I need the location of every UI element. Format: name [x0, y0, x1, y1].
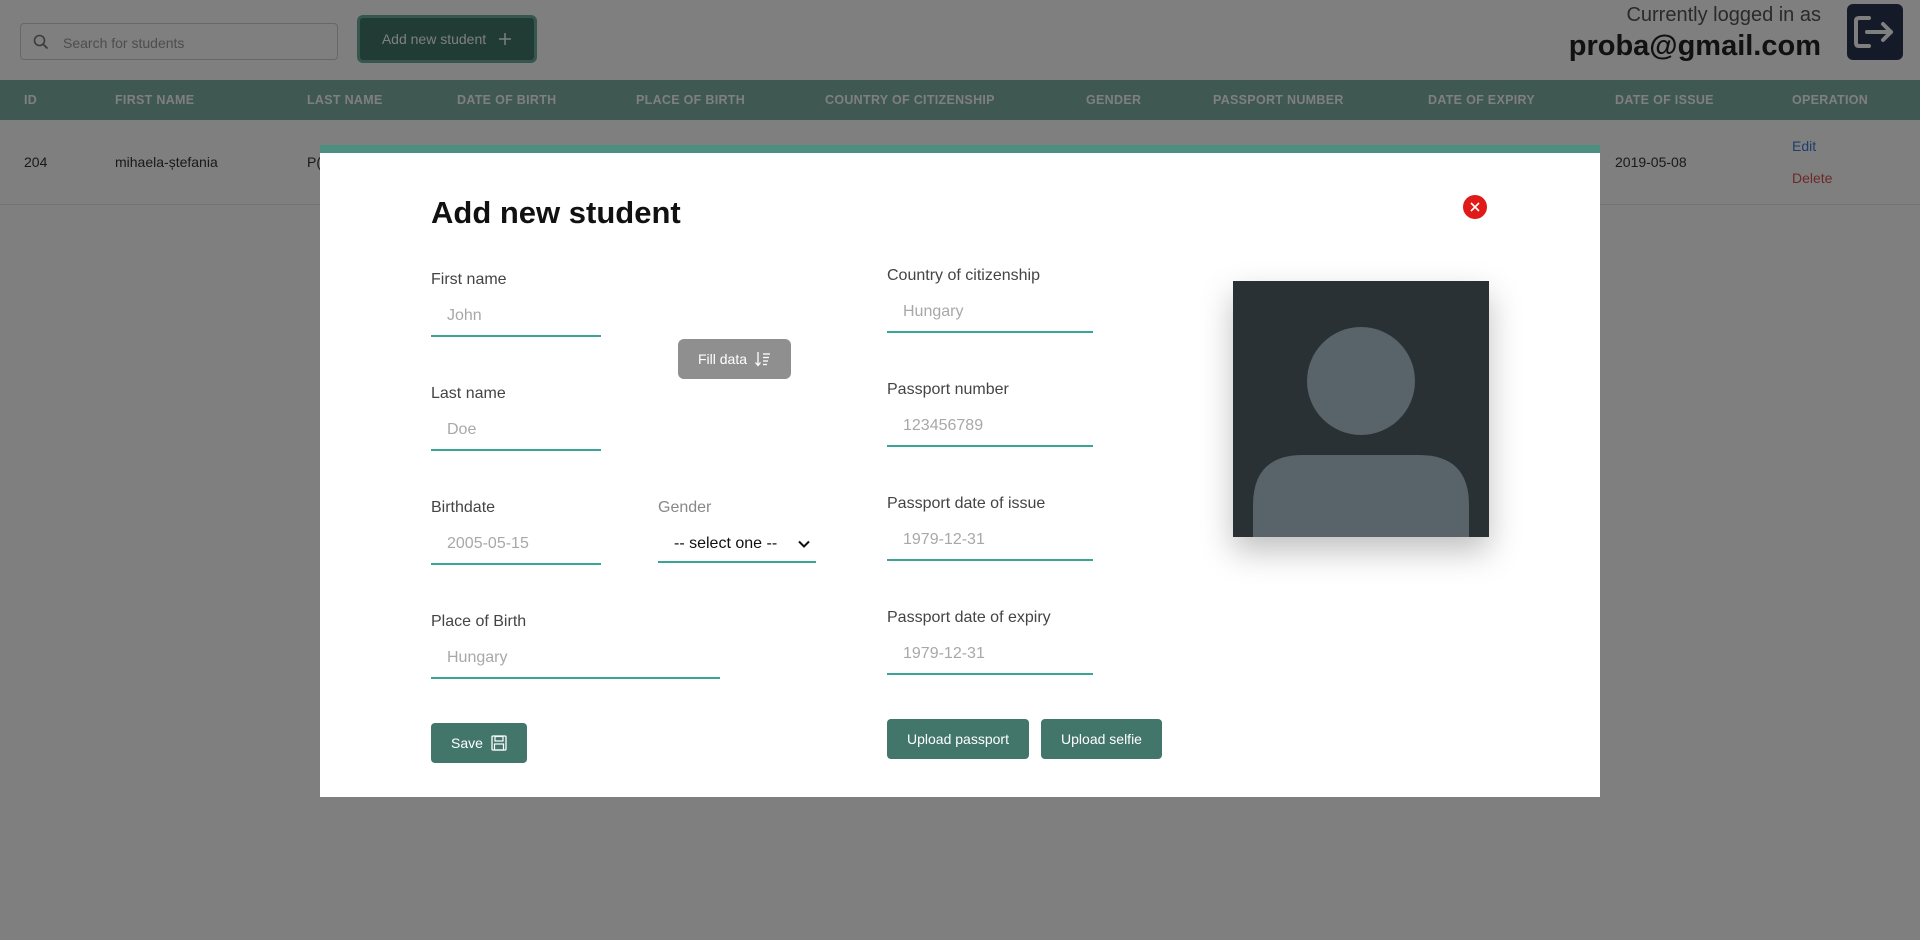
upload-selfie-label: Upload selfie	[1061, 731, 1142, 747]
passport-expiry-label: Passport date of expiry	[887, 609, 1051, 626]
first-name-label: First name	[431, 271, 507, 288]
last-name-input[interactable]	[431, 411, 601, 451]
upload-selfie-button[interactable]: Upload selfie	[1041, 719, 1162, 759]
passport-expiry-input[interactable]	[887, 635, 1093, 675]
passport-number-label: Passport number	[887, 381, 1009, 398]
add-student-modal: Add new student First name Fill data Las…	[320, 145, 1600, 797]
close-button[interactable]	[1463, 195, 1487, 219]
save-label: Save	[451, 735, 483, 751]
close-icon	[1470, 202, 1480, 212]
birthdate-input[interactable]	[431, 525, 601, 565]
country-label: Country of citizenship	[887, 267, 1040, 284]
save-icon	[491, 735, 507, 751]
country-input[interactable]	[887, 293, 1093, 333]
place-of-birth-input[interactable]	[431, 639, 720, 679]
selfie-preview	[1233, 281, 1489, 537]
passport-issue-label: Passport date of issue	[887, 495, 1046, 512]
fill-data-button[interactable]: Fill data	[678, 339, 791, 379]
upload-passport-label: Upload passport	[907, 731, 1009, 747]
upload-passport-button[interactable]: Upload passport	[887, 719, 1029, 759]
gender-select[interactable]: -- select one --	[658, 527, 816, 563]
place-of-birth-label: Place of Birth	[431, 613, 527, 630]
last-name-label: Last name	[431, 385, 506, 402]
passport-issue-input[interactable]	[887, 521, 1093, 561]
sort-icon	[755, 352, 771, 367]
chevron-down-icon	[798, 540, 810, 548]
save-button[interactable]: Save	[431, 723, 527, 763]
fill-data-label: Fill data	[697, 351, 748, 367]
passport-number-input[interactable]	[887, 407, 1093, 447]
gender-label: Gender	[658, 499, 712, 516]
birthdate-label: Birthdate	[431, 499, 496, 516]
modal-title: Add new student	[431, 195, 681, 230]
first-name-input[interactable]	[431, 297, 601, 337]
gender-select-value: -- select one --	[674, 535, 778, 552]
avatar-placeholder-icon	[1253, 327, 1469, 537]
